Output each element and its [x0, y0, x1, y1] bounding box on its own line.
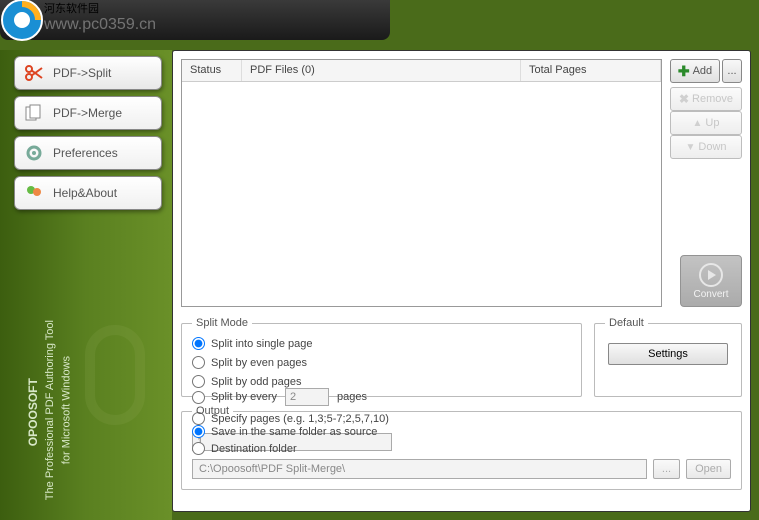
- main-panel: Status PDF Files (0) Total Pages ✚Add ..…: [172, 50, 751, 512]
- nav-label: PDF->Merge: [53, 106, 122, 120]
- sidebar: PDF->Split PDF->Merge Preferences Help&A…: [0, 50, 172, 520]
- split-mode-group: Split Mode Split into single page Split …: [181, 317, 582, 397]
- gear-icon: [23, 142, 45, 164]
- nav-help-about[interactable]: Help&About: [14, 176, 162, 210]
- settings-button[interactable]: Settings: [608, 343, 728, 365]
- x-icon: ✖: [679, 92, 689, 106]
- nav-label: PDF->Split: [53, 66, 111, 80]
- add-button[interactable]: ✚Add: [670, 59, 720, 83]
- up-button[interactable]: ▲Up: [670, 111, 742, 135]
- down-button[interactable]: ▼Down: [670, 135, 742, 159]
- add-more-button[interactable]: ...: [722, 59, 742, 83]
- radio-even-pages[interactable]: Split by even pages: [192, 356, 372, 369]
- file-list-header: Status PDF Files (0) Total Pages: [182, 60, 661, 82]
- right-actions: ✚Add ... ✖Remove ▲Up ▼Down Convert: [670, 59, 742, 307]
- radio-split-every[interactable]: Split by everypages: [192, 388, 571, 406]
- file-list[interactable]: Status PDF Files (0) Total Pages: [181, 59, 662, 307]
- radio-odd-pages[interactable]: Split by odd pages: [192, 375, 372, 388]
- col-files[interactable]: PDF Files (0): [242, 60, 521, 81]
- default-legend: Default: [605, 317, 648, 329]
- radio-specify-pages[interactable]: Specify pages (e.g. 1,3;5-7;2,5,7,10): [192, 412, 571, 425]
- radio-same-folder[interactable]: Save in the same folder as source: [192, 425, 731, 438]
- default-group: Default Settings: [594, 317, 742, 397]
- pages-icon: [23, 102, 45, 124]
- nav-label: Preferences: [53, 146, 118, 160]
- titlebar: [0, 0, 390, 40]
- plus-icon: ✚: [678, 63, 690, 80]
- every-n-input[interactable]: [285, 388, 329, 406]
- play-icon: [699, 263, 723, 287]
- split-mode-legend: Split Mode: [192, 317, 252, 329]
- col-status[interactable]: Status: [182, 60, 242, 81]
- people-icon: [23, 182, 45, 204]
- col-pages[interactable]: Total Pages: [521, 60, 661, 81]
- scissors-icon: [23, 62, 45, 84]
- nav-pdf-split[interactable]: PDF->Split: [14, 56, 162, 90]
- sidebar-tagline: OPOOSOFT The Professional PDF Authoring …: [24, 320, 75, 500]
- destination-path-input[interactable]: [192, 459, 647, 479]
- nav-label: Help&About: [53, 186, 117, 200]
- nav-preferences[interactable]: Preferences: [14, 136, 162, 170]
- arrow-up-icon: ▲: [693, 118, 703, 129]
- convert-button[interactable]: Convert: [680, 255, 742, 307]
- radio-single-page[interactable]: Split into single page: [192, 337, 372, 350]
- output-legend: Output: [192, 405, 233, 417]
- background-paperclip-icon: [80, 320, 160, 440]
- nav-pdf-merge[interactable]: PDF->Merge: [14, 96, 162, 130]
- arrow-down-icon: ▼: [685, 142, 695, 153]
- radio-dest-folder[interactable]: Destination folder: [192, 442, 731, 455]
- browse-button[interactable]: ...: [653, 459, 680, 479]
- remove-button[interactable]: ✖Remove: [670, 87, 742, 111]
- open-button[interactable]: Open: [686, 459, 731, 479]
